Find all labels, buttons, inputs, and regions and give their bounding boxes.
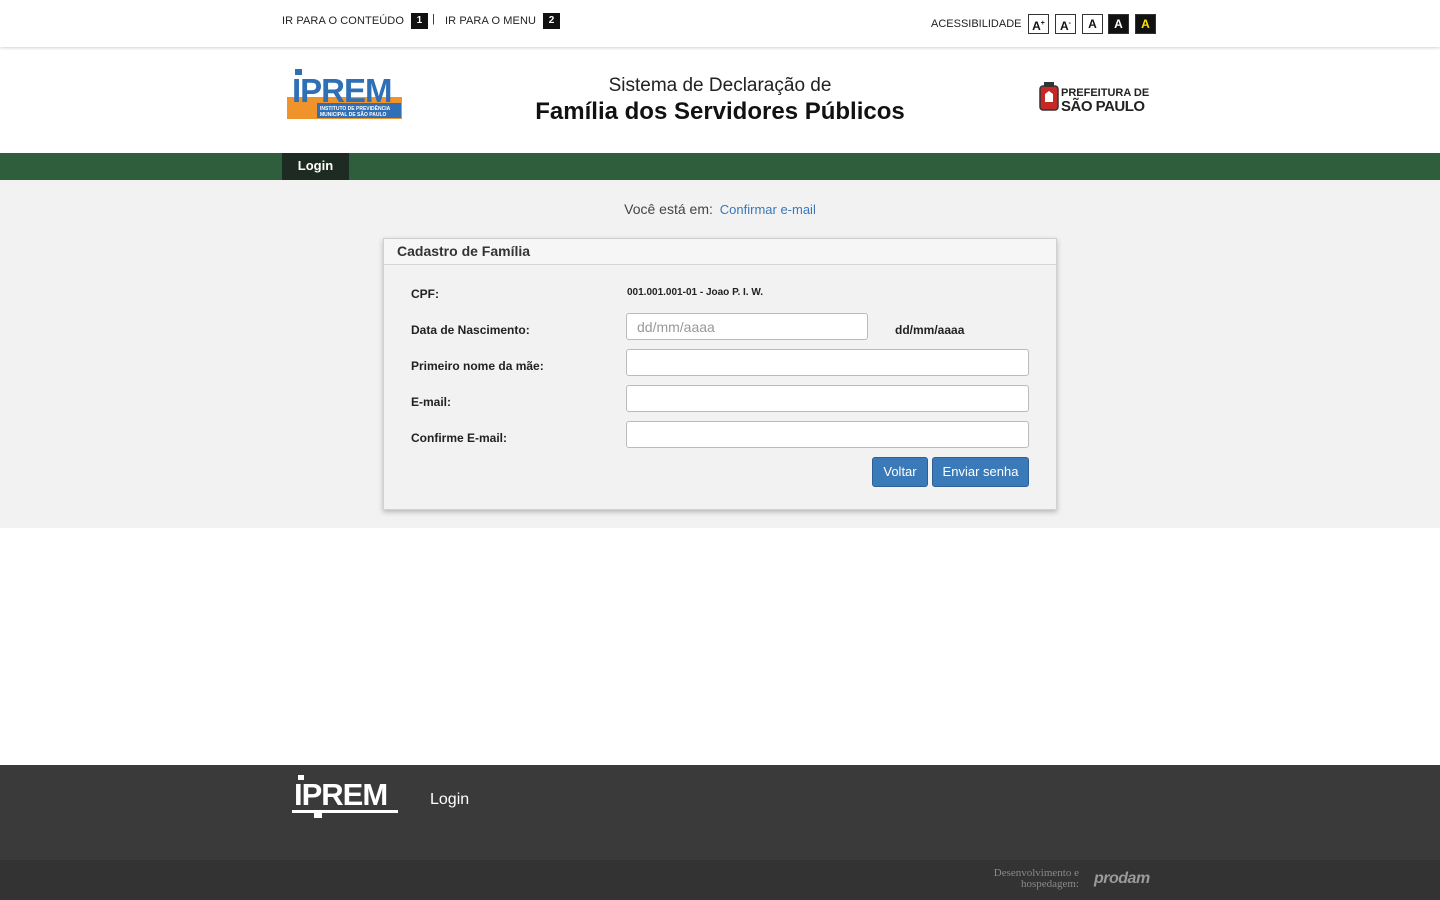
email-input[interactable] [626, 385, 1029, 412]
mother-name-input[interactable] [626, 349, 1029, 376]
iprem-logo-sub1: INSTITUTO DE PREVIDÊNCIA [320, 104, 391, 112]
footer-logo-text: IPREM [294, 777, 387, 812]
form-title: Cadastro de Família [384, 239, 1056, 265]
sp-logo-line2: SÃO PAULO [1061, 97, 1145, 115]
skip-to-content-link[interactable]: IR PARA O CONTEÚDO 1 [282, 13, 428, 29]
email-label: E-mail: [411, 395, 452, 409]
dev-credit-text: Desenvolvimento e hospedagem: [975, 868, 1079, 890]
sub-footer: Desenvolvimento e hospedagem: prodam [0, 860, 1440, 900]
birth-date-input[interactable] [626, 313, 868, 340]
dark-mode-button[interactable]: A [1108, 14, 1129, 34]
skip-to-content-label: IR PARA O CONTEÚDO [282, 15, 404, 27]
font-decrease-button[interactable]: A- [1055, 14, 1076, 34]
send-password-button[interactable]: Enviar senha [932, 457, 1029, 487]
main-nav: Login [0, 153, 1440, 180]
birth-date-hint: dd/mm/aaaa [895, 323, 965, 337]
dev-credit-line2: hospedagem: [1020, 878, 1079, 890]
family-registration-form: Cadastro de Família CPF: 001.001.001-01 … [383, 238, 1057, 510]
cpf-label: CPF: [411, 287, 439, 301]
sp-coat-of-arms-icon [1039, 82, 1059, 111]
footer-iprem-logo[interactable]: IPREM [292, 775, 400, 819]
iprem-logo[interactable]: IPREM INSTITUTO DE PREVIDÊNCIA MUNICIPAL… [287, 69, 402, 119]
email-confirm-input[interactable] [626, 421, 1029, 448]
back-button[interactable]: Voltar [872, 457, 928, 487]
accessibility-label: ACESSIBILIDADE [931, 18, 1022, 30]
iprem-logo-text: IPREM [292, 72, 392, 109]
prefeitura-sp-logo[interactable]: PREFEITURA DE SÃO PAULO [1037, 82, 1157, 116]
skip-to-menu-label: IR PARA O MENU [445, 15, 537, 27]
breadcrumb: Você está em: Confirmar e-mail [0, 201, 1440, 217]
iprem-logo-sub2: MUNICIPAL DE SÃO PAULO [320, 111, 387, 118]
font-increase-glyph: A [1032, 19, 1041, 33]
skip-to-menu-key: 2 [543, 13, 561, 29]
footer-login-link[interactable]: Login [430, 791, 469, 809]
email-confirm-label: Confirme E-mail: [411, 431, 508, 445]
skip-to-content-key: 1 [411, 13, 428, 29]
page-title-line2: Família dos Servidores Públicos [535, 98, 905, 125]
site-footer: IPREM Login [0, 765, 1440, 860]
nav-item-login[interactable]: Login [282, 153, 349, 180]
cpf-value: 001.001.001-01 - Joao P. I. W. [627, 287, 764, 298]
skip-separator: | [432, 13, 435, 25]
breadcrumb-prefix: Você está em: [624, 201, 713, 217]
font-increase-sup: + [1040, 20, 1045, 27]
skip-to-menu-link[interactable]: IR PARA O MENU 2 [445, 13, 561, 29]
font-decrease-glyph: A [1059, 19, 1069, 33]
prodam-logo[interactable]: prodam [1094, 870, 1150, 888]
main-content: Você está em: Confirmar e-mail Cadastro … [0, 180, 1440, 528]
font-normal-button[interactable]: A [1082, 14, 1103, 34]
page-title: Sistema de Declaração de Família dos Ser… [440, 75, 1000, 126]
breadcrumb-current-link[interactable]: Confirmar e-mail [720, 202, 816, 217]
site-header: IPREM INSTITUTO DE PREVIDÊNCIA MUNICIPAL… [0, 47, 1440, 153]
mother-name-label: Primeiro nome da mãe: [411, 359, 544, 373]
font-increase-button[interactable]: A+ [1028, 14, 1049, 34]
high-contrast-button[interactable]: A [1135, 14, 1156, 34]
accessibility-bar: IR PARA O CONTEÚDO 1 | IR PARA O MENU 2 … [0, 0, 1440, 47]
page-title-line1: Sistema de Declaração de [608, 75, 832, 96]
font-decrease-sup: - [1068, 20, 1071, 27]
birth-date-label: Data de Nascimento: [411, 323, 530, 337]
